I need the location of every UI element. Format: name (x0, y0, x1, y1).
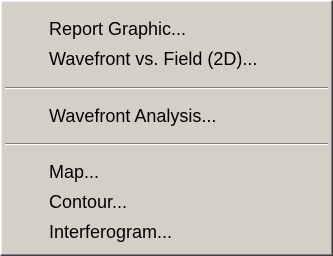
menu-item-contour[interactable]: Contour... (49, 189, 127, 215)
context-menu: Report Graphic... Wavefront vs. Field (2… (0, 0, 333, 256)
menu-item-interferogram[interactable]: Interferogram... (49, 219, 172, 245)
menu-item-report-graphic[interactable]: Report Graphic... (49, 16, 186, 42)
menu-separator (5, 143, 328, 145)
menu-separator (5, 87, 328, 89)
menu-item-map[interactable]: Map... (49, 159, 99, 185)
menu-item-wavefront-analysis[interactable]: Wavefront Analysis... (49, 103, 216, 129)
menu-item-wavefront-vs-field[interactable]: Wavefront vs. Field (2D)... (49, 46, 257, 72)
